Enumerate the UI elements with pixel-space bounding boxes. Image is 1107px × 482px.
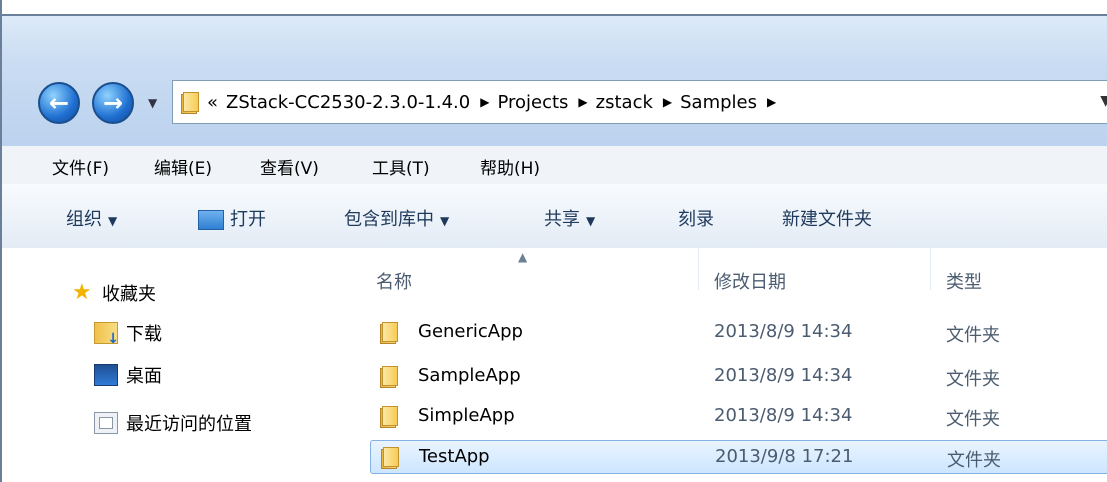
chevron-down-icon: ▼ — [440, 214, 450, 228]
menu-file[interactable]: 文件(F) — [52, 154, 109, 179]
crumb-separator-icon[interactable]: ▶ — [767, 95, 776, 109]
folder-icon — [181, 92, 199, 114]
title-bar — [2, 14, 1107, 64]
menu-edit[interactable]: 编辑(E) — [154, 154, 212, 179]
chevron-down-icon: ▼ — [586, 214, 596, 228]
back-arrow-icon: ← — [48, 89, 70, 117]
file-row-selected[interactable]: TestApp 2013/9/8 17:21 文件夹 — [370, 440, 1107, 474]
menu-tools[interactable]: 工具(T) — [372, 154, 430, 179]
file-type: 文件夹 — [946, 369, 1000, 390]
chevron-down-icon: ▼ — [108, 214, 118, 228]
folder-icon — [380, 366, 398, 388]
sidebar-favorites-label: 收藏夹 — [102, 284, 156, 305]
sidebar-item-label: 下载 — [126, 324, 162, 345]
folder-icon — [381, 447, 399, 469]
folder-icon — [380, 406, 398, 428]
address-dropdown-icon[interactable]: ▼ — [1100, 93, 1107, 109]
column-header-type[interactable]: 类型 — [946, 268, 982, 294]
star-icon: ★ — [72, 280, 92, 305]
file-row[interactable]: SampleApp 2013/8/9 14:34 文件夹 — [370, 360, 1107, 394]
share-label: 共享 — [544, 209, 580, 230]
include-in-library-button[interactable]: 包含到库中 ▼ — [344, 205, 449, 231]
back-button[interactable]: ← — [38, 82, 80, 124]
sidebar-item-downloads[interactable]: 下载 — [94, 320, 162, 347]
include-library-label: 包含到库中 — [344, 209, 434, 230]
sort-ascending-icon: ▲ — [518, 250, 528, 264]
desktop-icon — [94, 364, 118, 386]
file-date: 2013/8/9 14:34 — [714, 321, 853, 342]
crumb-samples[interactable]: Samples — [680, 92, 757, 113]
file-type: 文件夹 — [947, 450, 1001, 471]
open-folder-icon — [198, 210, 224, 230]
file-name: SimpleApp — [418, 405, 515, 426]
recent-pages-dropdown[interactable]: ▼ — [148, 96, 162, 110]
organize-button[interactable]: 组织 ▼ — [66, 205, 117, 231]
column-divider[interactable] — [930, 248, 931, 290]
forward-arrow-icon: → — [102, 89, 124, 117]
column-header-date[interactable]: 修改日期 — [714, 268, 786, 294]
share-button[interactable]: 共享 ▼ — [544, 205, 595, 231]
file-name: TestApp — [419, 446, 490, 467]
folder-icon — [380, 322, 398, 344]
crumb-separator-icon[interactable]: ▶ — [663, 95, 672, 109]
column-divider[interactable] — [698, 248, 699, 290]
open-label: 打开 — [230, 209, 266, 230]
explorer-window: ← → ▼ « ZStack-CC2530-2.3.0-1.4.0 ▶ Proj… — [0, 0, 1107, 482]
crumb-projects[interactable]: Projects — [497, 92, 568, 113]
crumb-separator-icon[interactable]: ▶ — [578, 95, 587, 109]
sidebar-favorites[interactable]: ★ 收藏夹 — [72, 280, 156, 306]
sidebar-item-desktop[interactable]: 桌面 — [94, 362, 162, 388]
sidebar-item-recent-places[interactable]: 最近访问的位置 — [94, 410, 252, 436]
downloads-icon — [94, 322, 119, 347]
crumb-separator-icon[interactable]: ▶ — [480, 95, 489, 109]
crumb-zstack[interactable]: zstack — [596, 92, 653, 113]
file-date: 2013/8/9 14:34 — [714, 365, 853, 386]
sidebar-item-label: 最近访问的位置 — [126, 414, 252, 435]
file-name: GenericApp — [418, 321, 523, 342]
menu-help[interactable]: 帮助(H) — [480, 154, 540, 179]
file-row[interactable]: GenericApp 2013/8/9 14:34 文件夹 — [370, 316, 1107, 350]
file-type: 文件夹 — [946, 409, 1000, 430]
menu-view[interactable]: 查看(V) — [260, 154, 319, 179]
organize-label: 组织 — [66, 209, 102, 230]
sidebar-item-label: 桌面 — [126, 366, 162, 387]
crumb-zstack-cc2530[interactable]: ZStack-CC2530-2.3.0-1.4.0 — [226, 92, 470, 113]
address-bar[interactable]: « ZStack-CC2530-2.3.0-1.4.0 ▶ Projects ▶… — [172, 80, 1107, 124]
file-date: 2013/8/9 14:34 — [714, 405, 853, 426]
address-overflow[interactable]: « — [207, 92, 218, 113]
file-date: 2013/9/8 17:21 — [715, 446, 854, 467]
burn-button[interactable]: 刻录 — [678, 205, 714, 231]
file-row[interactable]: SimpleApp 2013/8/9 14:34 文件夹 — [370, 400, 1107, 434]
file-type: 文件夹 — [946, 325, 1000, 346]
open-button[interactable]: 打开 — [198, 205, 266, 231]
column-header-name[interactable]: 名称 — [376, 268, 412, 294]
new-folder-button[interactable]: 新建文件夹 — [782, 205, 872, 231]
recent-places-icon — [94, 412, 118, 434]
forward-button[interactable]: → — [92, 82, 134, 124]
file-name: SampleApp — [418, 365, 521, 386]
